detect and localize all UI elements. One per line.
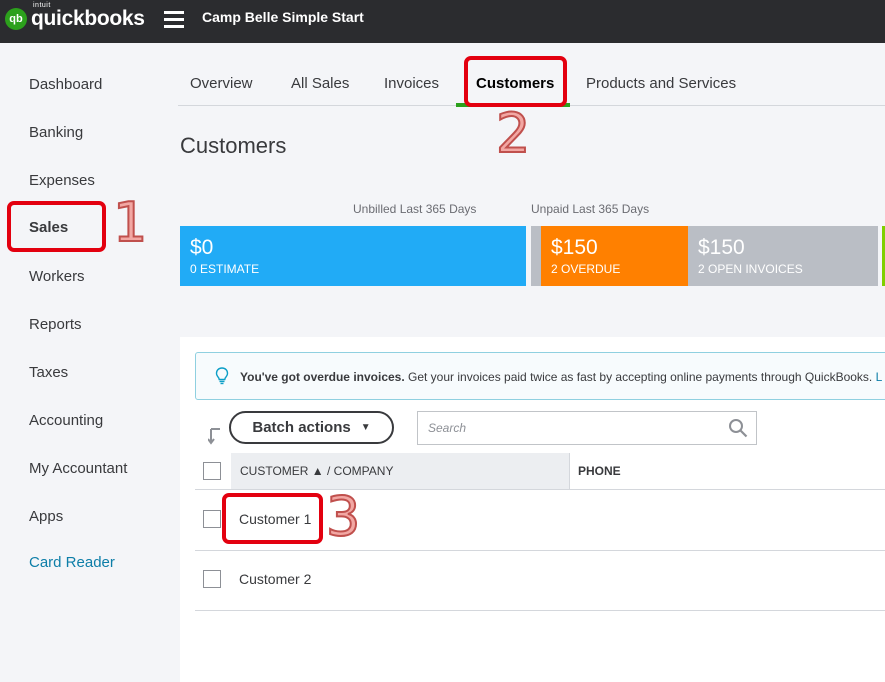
banner-bold-text: You've got overdue invoices. (240, 370, 405, 384)
logo-name-text: quickbooks (31, 7, 145, 30)
batch-actions-button[interactable]: Batch actions ▼ (229, 411, 394, 444)
hamburger-menu-icon[interactable] (164, 10, 184, 28)
overdue-bar[interactable]: $150 2 OVERDUE (541, 226, 688, 286)
sidebar-item-workers[interactable]: Workers (29, 268, 85, 285)
estimate-bar[interactable]: $0 0 ESTIMATE (180, 226, 526, 286)
customer-name-link[interactable]: Customer 2 (239, 571, 311, 587)
tab-overview[interactable]: Overview (190, 75, 253, 92)
customer-column-label: CUSTOMER ▲ / COMPANY (240, 464, 394, 478)
table-row: Customer 1 (195, 490, 885, 551)
search-box[interactable] (417, 411, 757, 445)
page-title: Customers (180, 133, 287, 158)
lightbulb-icon (215, 367, 229, 385)
open-invoices-amount: $150 (698, 236, 745, 259)
open-invoices-label: 2 OPEN INVOICES (698, 262, 803, 276)
sidebar-item-banking[interactable]: Banking (29, 124, 83, 141)
overdue-invoices-banner: You've got overdue invoices. Get your in… (195, 352, 885, 400)
sidebar-nav: Dashboard Banking Expenses Sales Workers… (0, 43, 164, 682)
tab-invoices[interactable]: Invoices (384, 75, 439, 92)
phone-column-header[interactable]: PHONE (578, 464, 621, 478)
quickbooks-logo[interactable]: qb intuit quickbooks (5, 2, 145, 31)
step-number-2: 2 (495, 102, 531, 165)
overdue-label: 2 OVERDUE (551, 262, 621, 276)
customer-name-link[interactable]: Customer 1 (239, 511, 311, 527)
batch-actions-label: Batch actions (252, 419, 351, 436)
tab-customers[interactable]: Customers (476, 75, 554, 92)
sidebar-item-expenses[interactable]: Expenses (29, 172, 95, 189)
open-invoices-bar[interactable]: $150 2 OPEN INVOICES (688, 226, 878, 286)
step-number-3: 3 (325, 485, 361, 548)
logo-text: intuit quickbooks (31, 2, 145, 31)
logo-intuit-text: intuit (33, 2, 51, 9)
select-all-checkbox[interactable] (203, 462, 221, 480)
row-checkbox[interactable] (203, 570, 221, 588)
search-input[interactable] (426, 412, 720, 444)
unpaid-label: Unpaid Last 365 Days (531, 202, 650, 216)
sidebar-item-reports[interactable]: Reports (29, 316, 82, 333)
row-checkbox[interactable] (203, 510, 221, 528)
banner-text: You've got overdue invoices. Get your in… (240, 370, 882, 384)
estimate-label: 0 ESTIMATE (190, 262, 260, 276)
company-name: Camp Belle Simple Start (202, 9, 364, 25)
step-number-1: 1 (112, 191, 148, 254)
unbilled-label: Unbilled Last 365 Days (353, 202, 477, 216)
estimate-amount: $0 (190, 236, 214, 259)
customers-panel: You've got overdue invoices. Get your in… (180, 337, 885, 682)
unpaid-bar-edge (531, 226, 541, 286)
customers-table-header: CUSTOMER ▲ / COMPANY PHONE (195, 453, 885, 490)
sidebar-item-accounting[interactable]: Accounting (29, 412, 103, 429)
sales-tabs: Overview All Sales Invoices Customers Pr… (164, 43, 885, 107)
qb-logo-icon: qb (5, 8, 27, 30)
column-divider (569, 453, 570, 489)
customer-column-header[interactable]: CUSTOMER ▲ / COMPANY (231, 453, 569, 489)
overdue-amount: $150 (551, 236, 598, 259)
table-row: Customer 2 (195, 550, 885, 611)
caret-down-icon: ▼ (360, 422, 371, 433)
tab-all-sales[interactable]: All Sales (291, 75, 349, 92)
banner-link[interactable]: L (876, 370, 883, 384)
sidebar-item-sales[interactable]: Sales (29, 219, 68, 236)
sidebar-item-my-accountant[interactable]: My Accountant (29, 460, 127, 477)
tab-products-and-services[interactable]: Products and Services (586, 75, 736, 92)
top-bar: qb intuit quickbooks Camp Belle Simple S… (0, 0, 885, 43)
sidebar-item-dashboard[interactable]: Dashboard (29, 76, 102, 93)
sidebar-item-card-reader[interactable]: Card Reader (29, 554, 115, 571)
banner-body-text: Get your invoices paid twice as fast by … (404, 370, 876, 384)
sidebar-item-taxes[interactable]: Taxes (29, 364, 68, 381)
sidebar-item-apps[interactable]: Apps (29, 508, 63, 525)
search-icon[interactable] (728, 418, 748, 438)
sort-arrow-icon[interactable] (207, 427, 222, 452)
